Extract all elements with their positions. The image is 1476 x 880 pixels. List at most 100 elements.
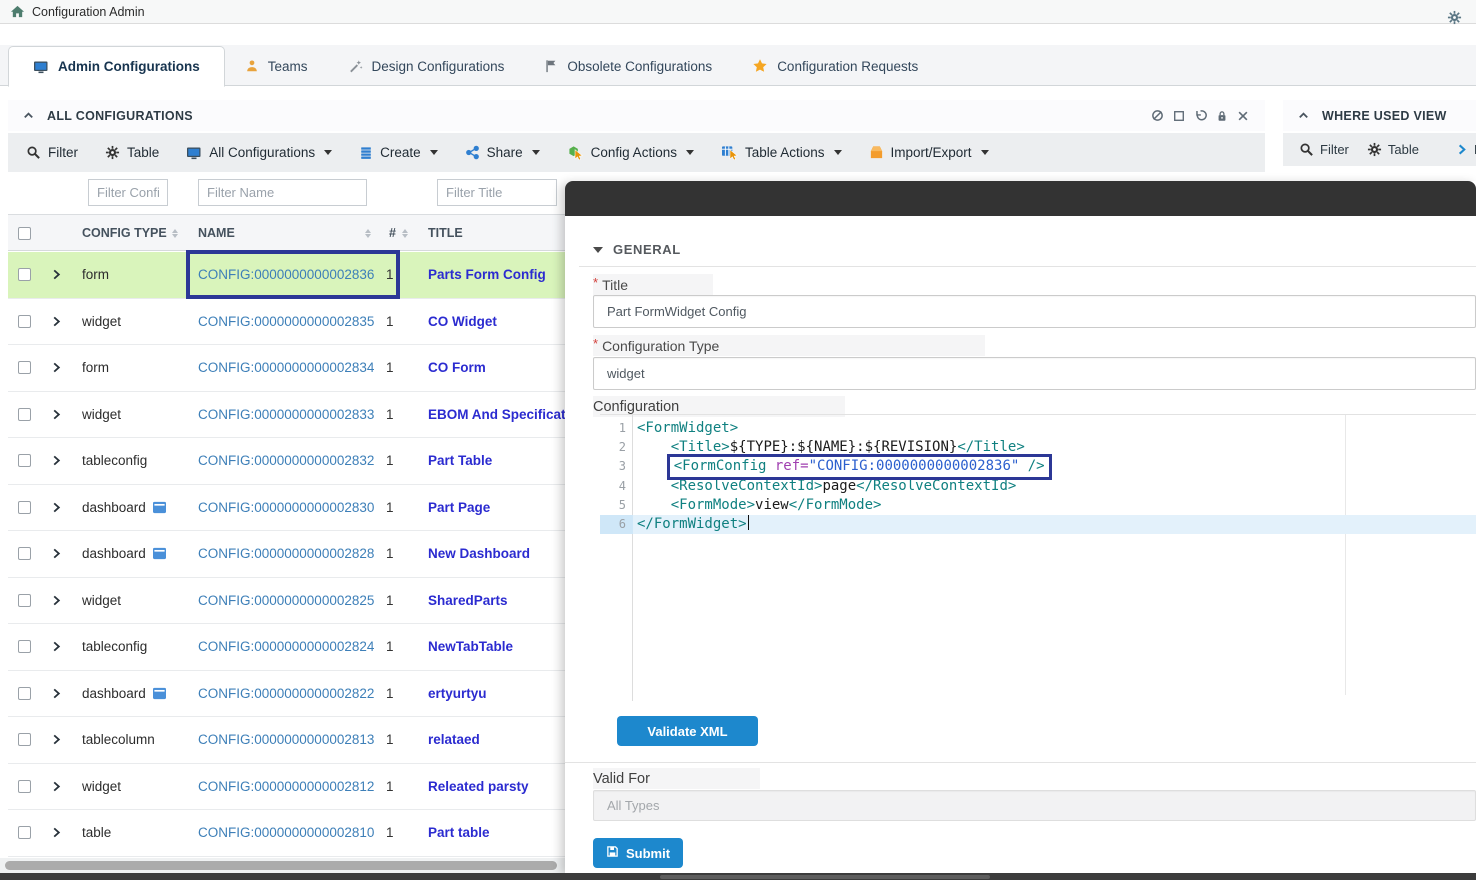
filter-name-input[interactable] xyxy=(198,179,367,206)
table-actions-button[interactable]: Table Actions xyxy=(721,145,842,160)
config-name-link[interactable]: CONFIG:0000000000002825 xyxy=(198,593,374,608)
collapse-chevron-up-icon[interactable] xyxy=(22,109,35,122)
config-name-link[interactable]: CONFIG:0000000000002813 xyxy=(198,732,374,747)
table-row[interactable]: tableconfigCONFIG:00000000000028321Part … xyxy=(8,438,565,485)
table-row[interactable]: dashboardCONFIG:00000000000028221ertyurt… xyxy=(8,671,565,718)
filter-title-input[interactable] xyxy=(437,179,557,206)
row-checkbox[interactable] xyxy=(18,315,31,328)
settings-gear-icon[interactable] xyxy=(1447,10,1462,30)
config-name-link[interactable]: CONFIG:0000000000002828 xyxy=(198,546,374,561)
valid-for-input[interactable] xyxy=(593,790,1476,821)
configuration-type-input[interactable] xyxy=(593,357,1476,390)
tab-design-configurations[interactable]: Design Configurations xyxy=(328,46,525,86)
row-checkbox[interactable] xyxy=(18,501,31,514)
expand-button[interactable]: Expand xyxy=(1455,142,1476,157)
submit-button[interactable]: Submit xyxy=(593,838,683,868)
config-title-link[interactable]: NewTabTable xyxy=(428,639,513,654)
table-row[interactable]: tableconfigCONFIG:00000000000028241NewTa… xyxy=(8,624,565,671)
row-expand-chevron-icon[interactable] xyxy=(51,595,62,606)
refresh-icon[interactable] xyxy=(1151,109,1164,122)
tab-obsolete-configurations[interactable]: Obsolete Configurations xyxy=(524,46,732,86)
row-expand-chevron-icon[interactable] xyxy=(51,688,62,699)
table-row[interactable]: widgetCONFIG:00000000000028331EBOM And S… xyxy=(8,392,565,439)
row-expand-chevron-icon[interactable] xyxy=(51,734,62,745)
row-expand-chevron-icon[interactable] xyxy=(51,641,62,652)
undo-icon[interactable] xyxy=(1194,109,1207,122)
row-checkbox[interactable] xyxy=(18,268,31,281)
title-field-input[interactable] xyxy=(593,295,1476,328)
table-button[interactable]: Table xyxy=(105,145,159,160)
column-header-title[interactable]: TITLE xyxy=(428,226,463,240)
row-checkbox[interactable] xyxy=(18,826,31,839)
config-name-link[interactable]: CONFIG:0000000000002824 xyxy=(198,639,374,654)
config-name-link[interactable]: CONFIG:0000000000002832 xyxy=(198,453,374,468)
filter-button[interactable]: Filter xyxy=(1299,142,1349,157)
config-title-link[interactable]: EBOM And Specificatio xyxy=(428,407,565,422)
row-checkbox[interactable] xyxy=(18,733,31,746)
row-expand-chevron-icon[interactable] xyxy=(51,827,62,838)
import-export-button[interactable]: Import/Export xyxy=(869,145,989,160)
config-name-link[interactable]: CONFIG:0000000000002833 xyxy=(198,407,374,422)
maximize-icon[interactable] xyxy=(1173,110,1185,122)
row-checkbox[interactable] xyxy=(18,594,31,607)
config-title-link[interactable]: Releated parsty xyxy=(428,779,529,794)
config-title-link[interactable]: New Dashboard xyxy=(428,546,530,561)
config-name-link[interactable]: CONFIG:0000000000002834 xyxy=(198,360,374,375)
filter-config-type-input[interactable] xyxy=(88,179,168,206)
row-checkbox[interactable] xyxy=(18,780,31,793)
row-checkbox[interactable] xyxy=(18,361,31,374)
bottom-scrollbar-thumb[interactable] xyxy=(660,875,990,879)
row-checkbox[interactable] xyxy=(18,640,31,653)
tab-configuration-requests[interactable]: Configuration Requests xyxy=(732,46,938,86)
config-title-link[interactable]: Part Table xyxy=(428,453,492,468)
table-row[interactable]: widgetCONFIG:00000000000028251SharedPart… xyxy=(8,578,565,625)
horizontal-scrollbar-thumb[interactable] xyxy=(5,861,557,870)
table-row[interactable]: tablecolumnCONFIG:00000000000028131relat… xyxy=(8,717,565,764)
create-button[interactable]: Create xyxy=(359,145,438,160)
config-actions-button[interactable]: Config Actions xyxy=(567,145,694,160)
row-expand-chevron-icon[interactable] xyxy=(51,548,62,559)
sort-icon[interactable] xyxy=(365,229,371,238)
column-header-config-type[interactable]: CONFIG TYPE xyxy=(82,226,167,240)
sort-icon[interactable] xyxy=(172,229,178,238)
tab-admin-configurations[interactable]: Admin Configurations xyxy=(8,46,225,87)
tab-teams[interactable]: Teams xyxy=(225,46,328,86)
table-row[interactable]: formCONFIG:00000000000028361Parts Form C… xyxy=(8,252,565,299)
share-button[interactable]: Share xyxy=(465,145,540,160)
table-row[interactable]: dashboardCONFIG:00000000000028281New Das… xyxy=(8,531,565,578)
home-icon[interactable] xyxy=(10,4,25,19)
collapse-chevron-up-icon[interactable] xyxy=(1297,109,1310,122)
select-all-checkbox[interactable] xyxy=(18,227,31,240)
config-title-link[interactable]: CO Form xyxy=(428,360,486,375)
row-checkbox[interactable] xyxy=(18,454,31,467)
config-name-link[interactable]: CONFIG:0000000000002835 xyxy=(198,314,374,329)
config-title-link[interactable]: SharedParts xyxy=(428,593,508,608)
horizontal-scrollbar-track[interactable] xyxy=(0,858,565,873)
lock-icon[interactable] xyxy=(1216,110,1228,122)
row-expand-chevron-icon[interactable] xyxy=(51,455,62,466)
config-name-link[interactable]: CONFIG:0000000000002812 xyxy=(198,779,374,794)
row-expand-chevron-icon[interactable] xyxy=(51,409,62,420)
row-expand-chevron-icon[interactable] xyxy=(51,781,62,792)
row-expand-chevron-icon[interactable] xyxy=(51,316,62,327)
column-header-count[interactable]: # xyxy=(389,226,396,240)
filter-button[interactable]: Filter xyxy=(26,145,78,160)
row-checkbox[interactable] xyxy=(18,408,31,421)
config-title-link[interactable]: relataed xyxy=(428,732,480,747)
table-button[interactable]: Table xyxy=(1367,142,1419,157)
config-name-link[interactable]: CONFIG:0000000000002810 xyxy=(198,825,374,840)
edit-panel-drag-header[interactable] xyxy=(565,181,1476,216)
row-checkbox[interactable] xyxy=(18,687,31,700)
config-title-link[interactable]: Part table xyxy=(428,825,490,840)
config-title-link[interactable]: ertyurtyu xyxy=(428,686,487,701)
general-section-toggle[interactable]: GENERAL xyxy=(593,242,681,257)
close-icon[interactable] xyxy=(1237,110,1249,122)
column-header-name[interactable]: NAME xyxy=(198,226,235,240)
xml-code-editor[interactable]: 1<FormWidget>2 <Title>${TYPE}:${NAME}:${… xyxy=(600,414,1476,701)
row-expand-chevron-icon[interactable] xyxy=(51,502,62,513)
table-row[interactable]: widgetCONFIG:00000000000028121Releated p… xyxy=(8,764,565,811)
config-name-link[interactable]: CONFIG:0000000000002822 xyxy=(198,686,374,701)
row-expand-chevron-icon[interactable] xyxy=(51,269,62,280)
table-row[interactable]: dashboardCONFIG:00000000000028301Part Pa… xyxy=(8,485,565,532)
row-expand-chevron-icon[interactable] xyxy=(51,362,62,373)
